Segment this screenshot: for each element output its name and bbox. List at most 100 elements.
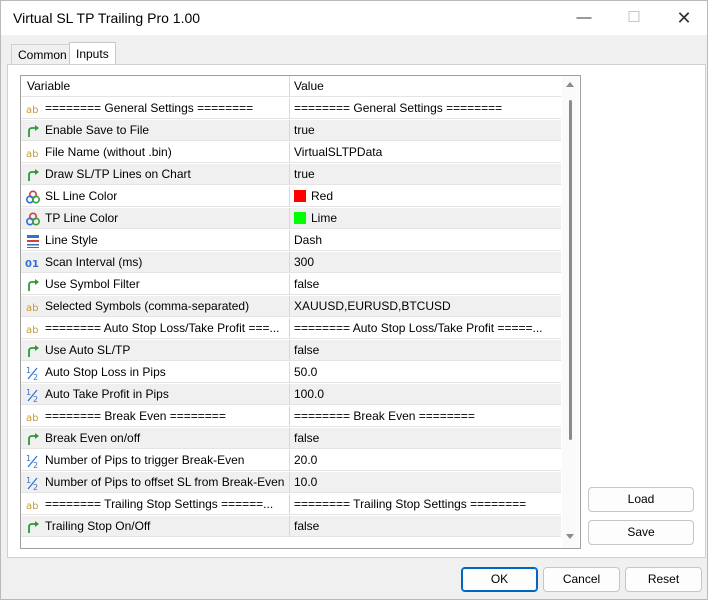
variable-cell[interactable]: ab ======== Auto Stop Loss/Take Profit ==…	[21, 318, 290, 339]
vertical-scrollbar[interactable]	[562, 76, 579, 548]
scroll-thumb[interactable]	[569, 100, 572, 440]
variable-cell[interactable]: 1 2 Auto Stop Loss in Pips	[21, 362, 290, 383]
scroll-up-icon[interactable]	[566, 82, 574, 87]
table-row[interactable]: TP Line Color Lime	[21, 208, 561, 230]
value-cell[interactable]: 50.0	[290, 362, 561, 383]
variable-label: Trailing Stop On/Off	[45, 519, 151, 533]
value-cell[interactable]: Red	[290, 186, 561, 207]
value-cell[interactable]: true	[290, 164, 561, 185]
tab-inputs[interactable]: Inputs	[69, 42, 116, 65]
variable-cell[interactable]: ab Selected Symbols (comma-separated)	[21, 296, 290, 317]
scroll-down-icon[interactable]	[566, 534, 574, 539]
table-row[interactable]: Break Even on/off false	[21, 428, 561, 450]
variable-cell[interactable]: 1 2 Number of Pips to trigger Break-Even	[21, 450, 290, 471]
string-type-icon: ab	[25, 409, 41, 425]
table-row[interactable]: 1 2 Auto Take Profit in Pips 100.0	[21, 384, 561, 406]
bool-type-icon	[25, 519, 41, 535]
string-type-icon: ab	[25, 101, 41, 117]
ok-button[interactable]: OK	[461, 567, 538, 592]
value-cell[interactable]: 100.0	[290, 384, 561, 405]
variable-cell[interactable]: 01 Scan Interval (ms)	[21, 252, 290, 273]
variable-label: ======== General Settings ========	[45, 101, 254, 115]
value-cell[interactable]: VirtualSLTPData	[290, 142, 561, 163]
table-row[interactable]: ab ======== Trailing Stop Settings ======…	[21, 494, 561, 516]
value-label: Dash	[294, 233, 323, 247]
variable-cell[interactable]: 1 2 Number of Pips to offset SL from Break…	[21, 472, 290, 493]
variable-cell[interactable]: Use Symbol Filter	[21, 274, 290, 295]
value-cell[interactable]: 10.0	[290, 472, 561, 493]
variable-cell[interactable]: TP Line Color	[21, 208, 290, 229]
tab-common[interactable]: Common	[11, 44, 74, 65]
value-label: Red	[311, 189, 334, 203]
bool-type-icon	[25, 123, 41, 139]
table-row[interactable]: 01 Scan Interval (ms) 300	[21, 252, 561, 274]
value-column-header[interactable]: Value	[290, 76, 561, 97]
value-cell[interactable]: true	[290, 120, 561, 141]
value-label: XAUUSD,EURUSD,BTCUSD	[294, 299, 451, 313]
cancel-button[interactable]: Cancel	[543, 567, 620, 592]
value-cell[interactable]: Lime	[290, 208, 561, 229]
variable-cell[interactable]: Trailing Stop On/Off	[21, 516, 290, 537]
variable-cell[interactable]: Enable Save to File	[21, 120, 290, 141]
save-button[interactable]: Save	[588, 520, 694, 545]
value-cell[interactable]: ======== Auto Stop Loss/Take Profit ====…	[290, 318, 561, 339]
table-row[interactable]: SL Line Color Red	[21, 186, 561, 208]
table-row[interactable]: ab Selected Symbols (comma-separated) XAUU…	[21, 296, 561, 318]
value-cell[interactable]: false	[290, 516, 561, 537]
value-cell[interactable]: ======== General Settings ========	[290, 98, 561, 119]
value-label: true	[294, 167, 315, 181]
double-type-icon: 12	[25, 387, 41, 404]
table-row[interactable]: Use Symbol Filter false	[21, 274, 561, 296]
color-type-icon	[25, 189, 41, 205]
title-bar: Virtual SL TP Trailing Pro 1.00 — ☐ ✕	[1, 1, 707, 35]
table-row[interactable]: 1 2 Number of Pips to trigger Break-Even 20…	[21, 450, 561, 472]
table-row[interactable]: ab ======== General Settings ======== ====…	[21, 98, 561, 120]
table-row[interactable]: 1 2 Number of Pips to offset SL from Break…	[21, 472, 561, 494]
table-row[interactable]: ab File Name (without .bin) VirtualSLTPDat…	[21, 142, 561, 164]
value-cell[interactable]: false	[290, 340, 561, 361]
variable-cell[interactable]: Line Style	[21, 230, 290, 251]
color-type-icon	[25, 211, 41, 227]
table-row[interactable]: ab ======== Auto Stop Loss/Take Profit ==…	[21, 318, 561, 340]
svg-text:ab: ab	[26, 149, 38, 160]
table-row[interactable]: Trailing Stop On/Off false	[21, 516, 561, 538]
svg-text:2: 2	[33, 373, 38, 381]
table-row[interactable]: Use Auto SL/TP false	[21, 340, 561, 362]
variable-label: Number of Pips to trigger Break-Even	[45, 453, 245, 467]
svg-text:ab: ab	[26, 325, 38, 336]
value-cell[interactable]: ======== Trailing Stop Settings ========	[290, 494, 561, 515]
variable-cell[interactable]: ab File Name (without .bin)	[21, 142, 290, 163]
value-cell[interactable]: Dash	[290, 230, 561, 251]
value-label: false	[294, 343, 320, 357]
value-cell[interactable]: false	[290, 428, 561, 449]
reset-button[interactable]: Reset	[625, 567, 702, 592]
maximize-icon[interactable]: ☐	[611, 1, 657, 35]
value-cell[interactable]: XAUUSD,EURUSD,BTCUSD	[290, 296, 561, 317]
minimize-icon[interactable]: —	[561, 1, 607, 35]
color-swatch	[294, 212, 306, 224]
table-row[interactable]: 1 2 Auto Stop Loss in Pips 50.0	[21, 362, 561, 384]
line-style-icon	[25, 233, 41, 249]
variable-cell[interactable]: ab ======== Trailing Stop Settings ======…	[21, 494, 290, 515]
load-button[interactable]: Load	[588, 487, 694, 512]
variable-cell[interactable]: Break Even on/off	[21, 428, 290, 449]
variable-cell[interactable]: ab ======== General Settings ========	[21, 98, 290, 119]
table-row[interactable]: ab ======== Break Even ======== ======== B…	[21, 406, 561, 428]
close-icon[interactable]: ✕	[661, 1, 707, 35]
value-cell[interactable]: 300	[290, 252, 561, 273]
string-type-icon: ab	[25, 145, 41, 161]
value-cell[interactable]: 20.0	[290, 450, 561, 471]
table-row[interactable]: Line Style Dash	[21, 230, 561, 252]
variable-cell[interactable]: SL Line Color	[21, 186, 290, 207]
table-row[interactable]: Draw SL/TP Lines on Chart true	[21, 164, 561, 186]
table-row[interactable]: Enable Save to File true	[21, 120, 561, 142]
variable-column-header[interactable]: Variable	[21, 76, 290, 97]
variable-cell[interactable]: Draw SL/TP Lines on Chart	[21, 164, 290, 185]
value-label: 300	[294, 255, 315, 269]
value-cell[interactable]: ======== Break Even ========	[290, 406, 561, 427]
variable-cell[interactable]: ab ======== Break Even ========	[21, 406, 290, 427]
variable-cell[interactable]: 1 2 Auto Take Profit in Pips	[21, 384, 290, 405]
variable-label: ======== Break Even ========	[45, 409, 226, 423]
value-cell[interactable]: false	[290, 274, 561, 295]
variable-cell[interactable]: Use Auto SL/TP	[21, 340, 290, 361]
